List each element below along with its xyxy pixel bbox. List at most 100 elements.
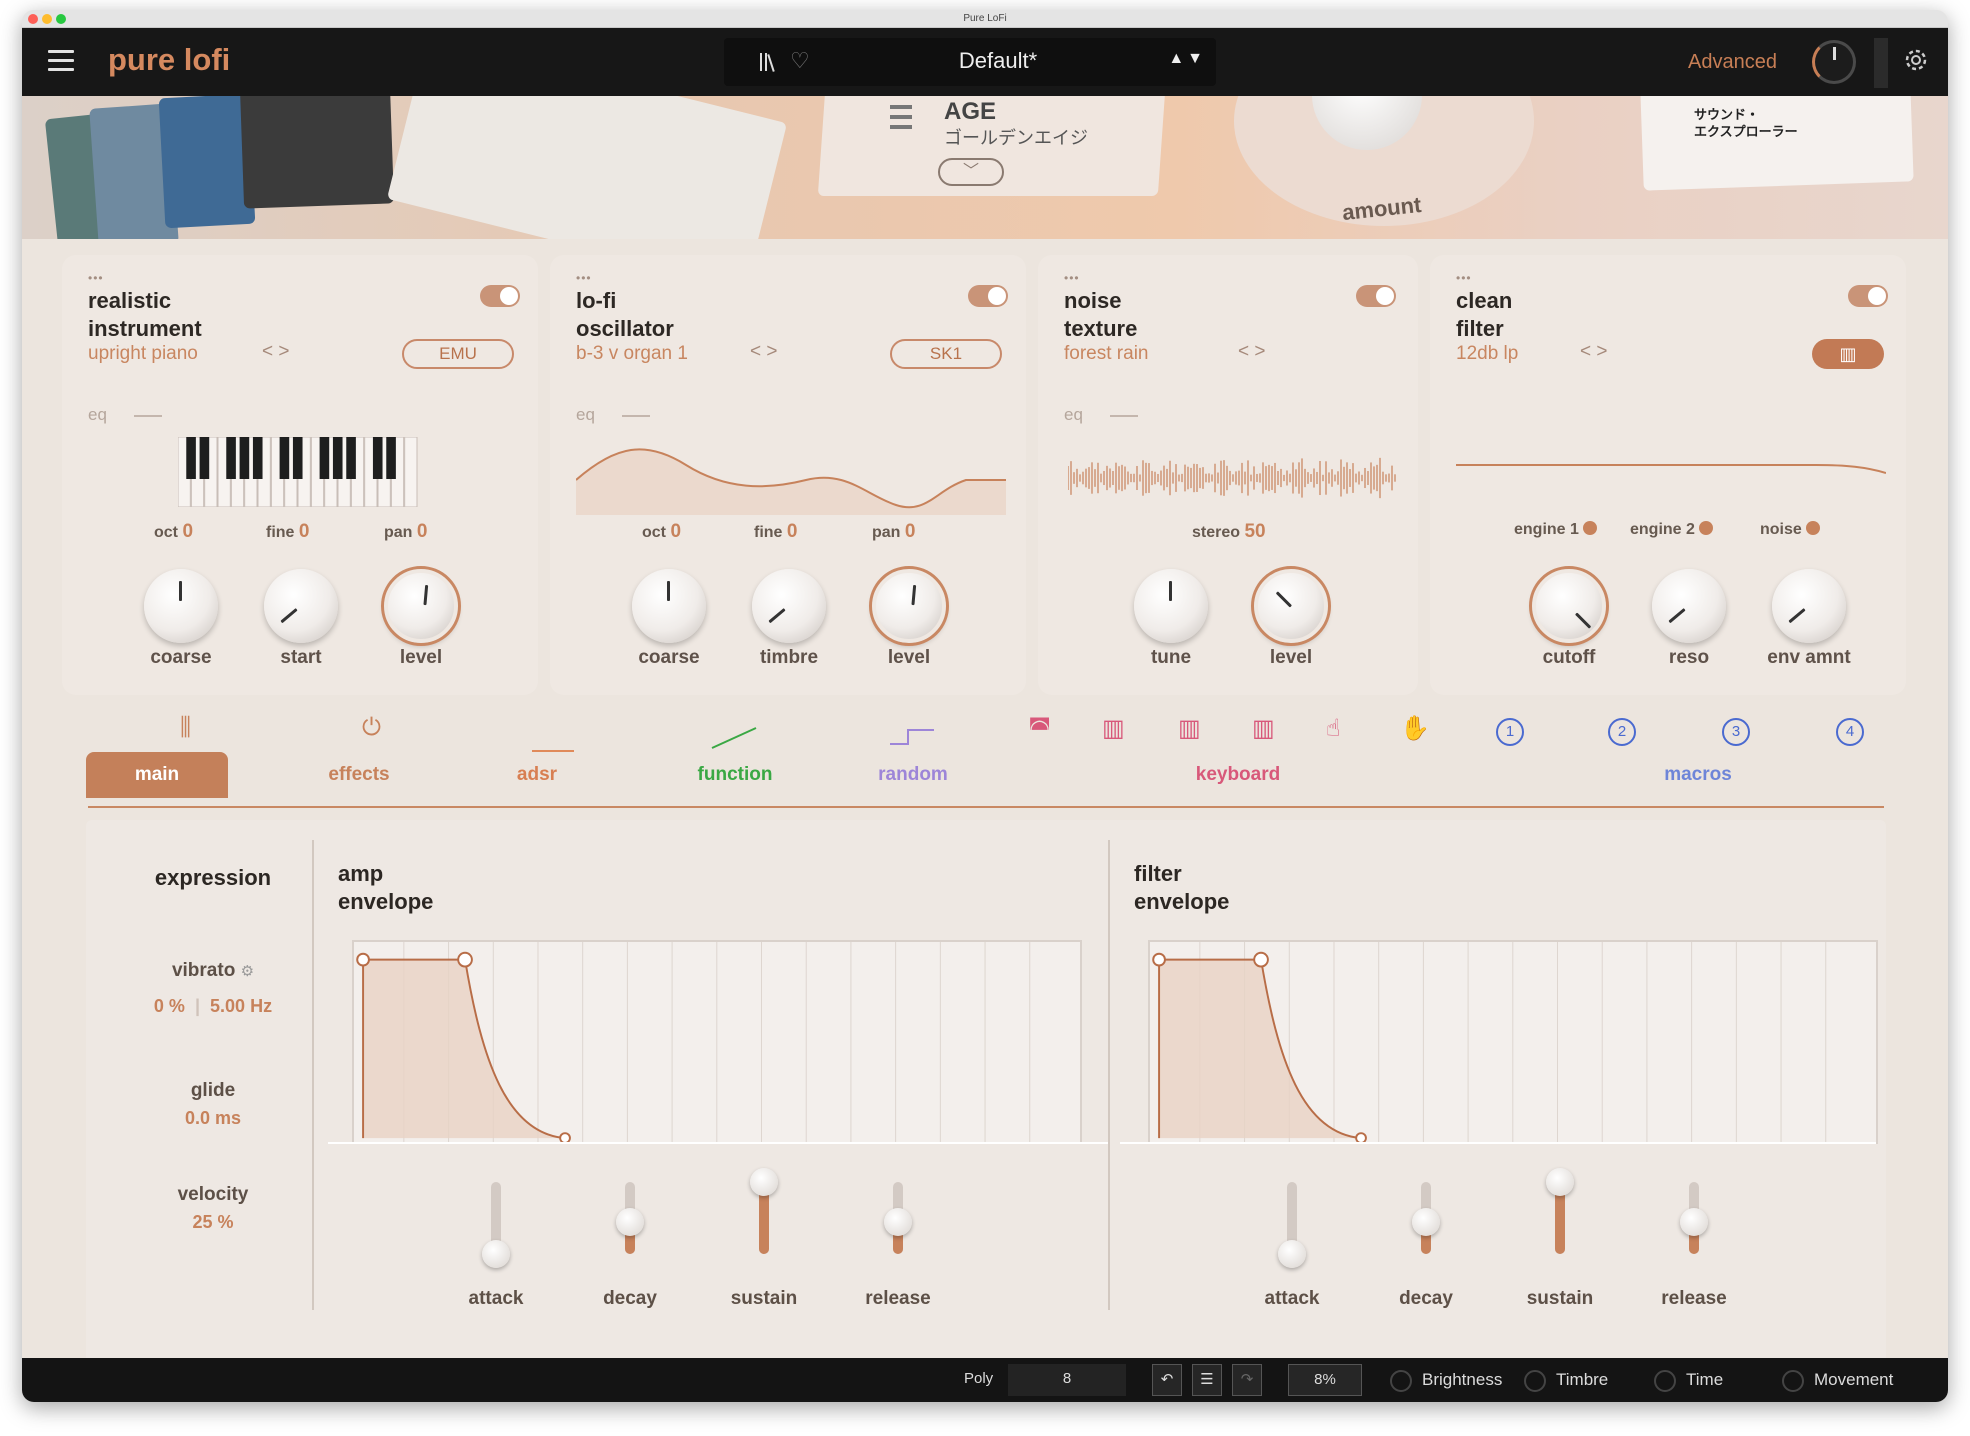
touch-hand-icon[interactable]: ☝ (1326, 714, 1341, 743)
slider-thumb[interactable] (482, 1240, 510, 1268)
engine-options-icon[interactable]: ••• (576, 271, 592, 285)
engine-tag-button[interactable]: SK1 (890, 339, 1002, 369)
param-pan[interactable]: pan 0 (872, 521, 915, 543)
heart-icon[interactable]: ♡ (790, 48, 810, 74)
gear-small-icon[interactable]: ⚙ (241, 963, 254, 980)
advanced-button[interactable]: Advanced (1688, 51, 1777, 74)
slider-thumb[interactable] (884, 1207, 912, 1236)
glide-value[interactable]: 0.0 ms (130, 1108, 296, 1129)
keytrack-icon[interactable]: ▥ (1102, 714, 1125, 743)
chevron-down-icon[interactable]: ﹀ (938, 158, 1004, 186)
engine-toggle[interactable] (480, 285, 520, 307)
route-dot-icon[interactable] (1583, 521, 1598, 535)
engine-options-icon[interactable]: ••• (1456, 271, 1472, 285)
slider-thumb[interactable] (750, 1168, 778, 1196)
attack-slider[interactable] (1278, 1182, 1306, 1268)
release-slider[interactable] (884, 1182, 912, 1254)
redo-icon[interactable]: ↷ (1232, 1364, 1262, 1396)
preset-name[interactable]: Default* (860, 48, 1136, 74)
route-dot-icon[interactable] (1806, 521, 1821, 535)
param-oct[interactable]: oct 0 (642, 521, 681, 543)
engine-preset-nav-arrows-icon[interactable]: < > (262, 341, 289, 363)
tab-effects[interactable]: effects (288, 752, 430, 798)
velocity-value[interactable]: 25 % (130, 1212, 296, 1233)
filter-envelope-graph[interactable] (1148, 940, 1878, 1144)
coarse-knob[interactable] (144, 569, 218, 643)
vibrato-values[interactable]: 0 % | 5.00 Hz (130, 996, 296, 1017)
aftertouch-icon[interactable]: ▥ (1178, 714, 1201, 743)
list-icon[interactable] (890, 102, 912, 142)
param-engine1-route[interactable]: engine 1 (1514, 521, 1598, 539)
tab-main[interactable]: main (86, 752, 228, 798)
engine-toggle[interactable] (1848, 285, 1888, 307)
engine-preset[interactable]: upright piano (88, 343, 198, 365)
param-oct[interactable]: oct 0 (154, 521, 193, 543)
velocity-icon[interactable]: ◚ (1028, 714, 1051, 743)
engine-toggle[interactable] (968, 285, 1008, 307)
level-knob[interactable] (1251, 566, 1331, 646)
level-knob[interactable] (381, 566, 461, 646)
multi-touch-hand-icon[interactable]: ✋ (1400, 714, 1430, 743)
preset-browser[interactable]: ♡ Default* ▲▼ (724, 38, 1216, 86)
master-volume-knob[interactable] (1812, 40, 1856, 84)
engine-preset[interactable]: 12db lp (1456, 343, 1518, 365)
tab-macros[interactable]: macros (1598, 752, 1798, 798)
tune-knob[interactable] (1134, 569, 1208, 643)
release-slider[interactable] (1680, 1182, 1708, 1254)
sustain-slider[interactable] (1546, 1168, 1574, 1254)
preset-prev-next-arrows-icon[interactable]: ▲▼ (1168, 50, 1206, 68)
macro-2-icon[interactable]: 2 (1608, 718, 1636, 746)
macro-3-icon[interactable]: 3 (1722, 718, 1750, 746)
engine-preset-nav-arrows-icon[interactable]: < > (1238, 341, 1265, 363)
function-curve-icon[interactable] (710, 726, 758, 750)
tab-adsr[interactable]: adsr (466, 752, 608, 798)
mod-wheel-icon[interactable]: ▥ (1252, 714, 1275, 743)
sliders-icon[interactable]: ⫼ (180, 714, 191, 742)
brightness-macro-knob[interactable] (1390, 1370, 1412, 1392)
cutoff-knob[interactable] (1529, 566, 1609, 646)
engine-tag-button[interactable]: EMU (402, 339, 514, 369)
param-fine[interactable]: fine 0 (266, 521, 309, 543)
slider-thumb[interactable] (1412, 1207, 1440, 1236)
macro-4-icon[interactable]: 4 (1836, 718, 1864, 746)
movement-macro-knob[interactable] (1782, 1370, 1804, 1392)
timbre-macro-knob[interactable] (1524, 1370, 1546, 1392)
engine-preset[interactable]: forest rain (1064, 343, 1148, 365)
decay-slider[interactable] (616, 1182, 644, 1254)
engine-preset[interactable]: b-3 v organ 1 (576, 343, 688, 365)
param-pan[interactable]: pan 0 (384, 521, 427, 543)
slider-thumb[interactable] (1680, 1207, 1708, 1236)
sustain-slider[interactable] (750, 1168, 778, 1254)
reso-knob[interactable] (1652, 569, 1726, 643)
amp-envelope-graph[interactable] (352, 940, 1082, 1144)
history-list-icon[interactable]: ☰ (1192, 1364, 1222, 1396)
param-stereo[interactable]: stereo 50 (1192, 521, 1266, 543)
time-macro-knob[interactable] (1654, 1370, 1676, 1392)
route-dot-icon[interactable] (1699, 521, 1714, 535)
gear-icon[interactable] (1902, 46, 1930, 74)
env-amount-knob[interactable] (1772, 569, 1846, 643)
attack-slider[interactable] (482, 1182, 510, 1268)
macro-1-icon[interactable]: 1 (1496, 718, 1524, 746)
undo-icon[interactable]: ↶ (1152, 1364, 1182, 1396)
engine-preset-nav-arrows-icon[interactable]: < > (1580, 341, 1607, 363)
level-knob[interactable] (869, 566, 949, 646)
tab-function[interactable]: function (664, 752, 806, 798)
library-icon[interactable] (758, 50, 780, 74)
poly-value[interactable]: 8 (1008, 1364, 1126, 1396)
tab-random[interactable]: random (842, 752, 984, 798)
random-step-icon[interactable] (888, 726, 936, 748)
engine-preset-nav-arrows-icon[interactable]: < > (750, 341, 777, 363)
engine-toggle[interactable] (1356, 285, 1396, 307)
hamburger-menu-icon[interactable] (48, 50, 74, 72)
param-noise-route[interactable]: noise (1760, 521, 1821, 539)
param-engine2-route[interactable]: engine 2 (1630, 521, 1714, 539)
power-icon[interactable]: ⏻ (362, 714, 381, 742)
vibrato-label[interactable]: vibrato ⚙ (130, 960, 296, 982)
keyboard-tracking-icon[interactable]: ▥ (1812, 339, 1884, 369)
decay-slider[interactable] (1412, 1182, 1440, 1254)
start-knob[interactable] (264, 569, 338, 643)
coarse-knob[interactable] (632, 569, 706, 643)
timbre-knob[interactable] (752, 569, 826, 643)
tab-keyboard[interactable]: keyboard (1138, 752, 1338, 798)
